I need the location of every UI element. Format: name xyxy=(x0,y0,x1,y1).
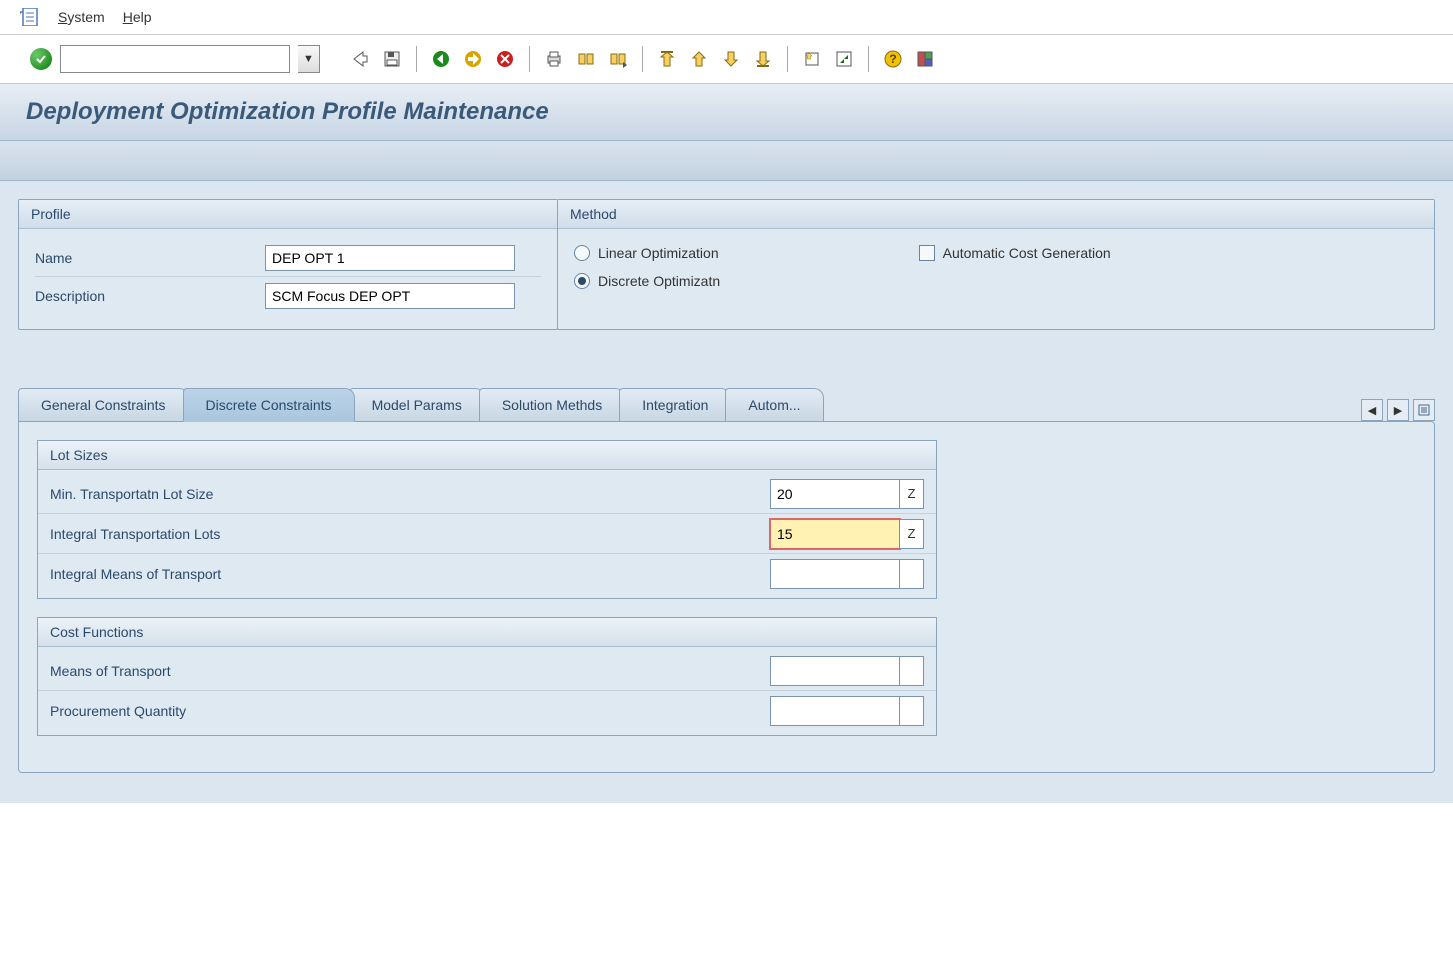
cost-function-row: Procurement Quantity xyxy=(38,691,936,731)
profile-desc-input[interactable] xyxy=(265,283,515,309)
tab-scroll-right-icon[interactable]: ▶ xyxy=(1387,399,1409,421)
cost-function-input[interactable] xyxy=(770,656,900,686)
radio-linear-label: Linear Optimization xyxy=(598,245,719,261)
page-down-icon[interactable] xyxy=(719,47,743,71)
profile-groupbox: Profile Name Description xyxy=(18,199,558,330)
lot-size-unit[interactable] xyxy=(900,559,924,589)
cost-function-label: Means of Transport xyxy=(50,663,770,679)
tab-list-icon[interactable] xyxy=(1413,399,1435,421)
page-up-icon[interactable] xyxy=(687,47,711,71)
profile-name-input[interactable] xyxy=(265,245,515,271)
cost-function-unit[interactable] xyxy=(900,696,924,726)
tabpanel-discrete-constraints: Lot Sizes Min. Transportatn Lot SizeZInt… xyxy=(18,421,1435,773)
toolbar: ▼ ? xyxy=(0,35,1453,84)
profile-desc-label: Description xyxy=(35,288,265,304)
tab-solution-methds[interactable]: Solution Methds xyxy=(479,388,625,421)
lot-sizes-group: Lot Sizes Min. Transportatn Lot SizeZInt… xyxy=(37,440,937,599)
command-field[interactable] xyxy=(60,45,290,73)
new-session-icon[interactable] xyxy=(800,47,824,71)
cost-functions-title: Cost Functions xyxy=(38,618,936,647)
lot-size-unit[interactable]: Z xyxy=(900,519,924,549)
cost-function-row: Means of Transport xyxy=(38,651,936,691)
page-body: Deployment Optimization Profile Maintena… xyxy=(0,84,1453,803)
tab-discrete-constraints[interactable]: Discrete Constraints xyxy=(183,388,355,422)
menu-help[interactable]: Help xyxy=(123,9,152,25)
checkbox-auto-cost-label: Automatic Cost Generation xyxy=(943,245,1111,261)
back-icon[interactable] xyxy=(348,47,372,71)
tab-model-params[interactable]: Model Params xyxy=(349,388,485,421)
tabstrip: General ConstraintsDiscrete ConstraintsM… xyxy=(18,388,1435,421)
tab-integration[interactable]: Integration xyxy=(619,388,731,421)
lot-size-unit[interactable]: Z xyxy=(900,479,924,509)
profile-group-title: Profile xyxy=(19,200,557,229)
lot-size-row: Min. Transportatn Lot Size Z xyxy=(38,474,936,514)
cost-function-label: Procurement Quantity xyxy=(50,703,770,719)
menu-system[interactable]: System xyxy=(58,9,105,25)
first-page-icon[interactable] xyxy=(655,47,679,71)
lot-sizes-title: Lot Sizes xyxy=(38,441,936,470)
lot-size-row: Integral Means of Transport xyxy=(38,554,936,594)
lot-size-input[interactable] xyxy=(770,519,900,549)
lot-size-label: Min. Transportatn Lot Size xyxy=(50,486,770,502)
tab-autom[interactable]: Autom... xyxy=(725,388,823,421)
print-icon[interactable] xyxy=(542,47,566,71)
find-icon[interactable] xyxy=(574,47,598,71)
help-icon[interactable]: ? xyxy=(881,47,905,71)
save-icon[interactable] xyxy=(380,47,404,71)
lot-size-label: Integral Means of Transport xyxy=(50,566,770,582)
checkbox-auto-cost-generation[interactable]: Automatic Cost Generation xyxy=(919,245,1111,261)
tab-scroll-left-icon[interactable]: ◀ xyxy=(1361,399,1383,421)
method-groupbox: Method Linear Optimization Automatic Cos… xyxy=(557,199,1435,330)
sap-page-icon[interactable] xyxy=(20,8,40,26)
menubar: System Help xyxy=(0,0,1453,35)
radio-discrete-label: Discrete Optimizatn xyxy=(598,273,720,289)
command-dropdown[interactable]: ▼ xyxy=(298,45,320,73)
method-group-title: Method xyxy=(558,200,1434,229)
nav-cancel-icon[interactable] xyxy=(493,47,517,71)
nav-exit-icon[interactable] xyxy=(461,47,485,71)
nav-back-icon[interactable] xyxy=(429,47,453,71)
profile-name-label: Name xyxy=(35,250,265,266)
app-toolbar xyxy=(0,141,1453,181)
svg-text:?: ? xyxy=(889,52,896,66)
lot-size-label: Integral Transportation Lots xyxy=(50,526,770,542)
cost-function-input[interactable] xyxy=(770,696,900,726)
enter-icon[interactable] xyxy=(30,48,52,70)
shortcut-icon[interactable] xyxy=(832,47,856,71)
lot-size-input[interactable] xyxy=(770,479,900,509)
radio-discrete-optimization[interactable]: Discrete Optimizatn xyxy=(574,273,720,289)
layout-icon[interactable] xyxy=(913,47,937,71)
cost-functions-group: Cost Functions Means of Transport Procure… xyxy=(37,617,937,736)
radio-linear-optimization[interactable]: Linear Optimization xyxy=(574,245,719,261)
lot-size-row: Integral Transportation Lots Z xyxy=(38,514,936,554)
cost-function-unit[interactable] xyxy=(900,656,924,686)
tab-general-constraints[interactable]: General Constraints xyxy=(18,388,189,421)
lot-size-input[interactable] xyxy=(770,559,900,589)
last-page-icon[interactable] xyxy=(751,47,775,71)
page-title: Deployment Optimization Profile Maintena… xyxy=(0,84,1453,141)
find-next-icon[interactable] xyxy=(606,47,630,71)
